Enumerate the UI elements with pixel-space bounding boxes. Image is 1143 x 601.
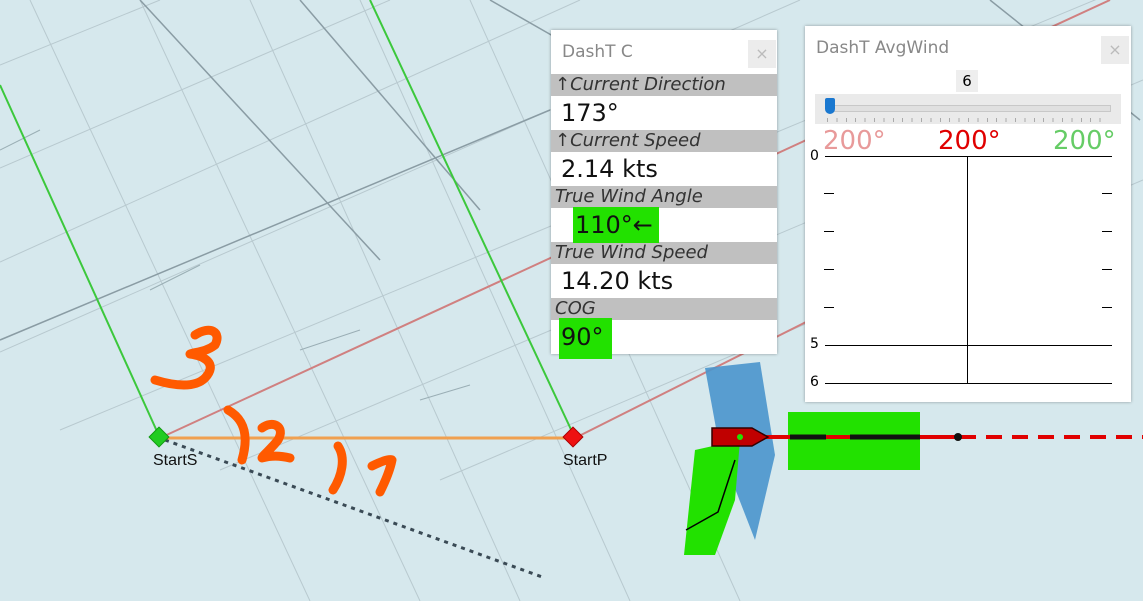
tick-left: [824, 193, 834, 194]
slider-ticks: [827, 118, 1109, 122]
time-slider[interactable]: [815, 94, 1121, 124]
cog-label: COG: [551, 298, 777, 320]
current-panel-title: DashT C: [562, 42, 633, 62]
avgwind-panel-title: DashT AvgWind: [816, 38, 950, 58]
slider-thumb[interactable]: [825, 98, 835, 114]
close-icon[interactable]: ×: [1101, 36, 1129, 64]
y-axis-top: 0: [810, 148, 819, 164]
graph-center-axis: [967, 156, 968, 383]
close-icon[interactable]: ×: [748, 40, 776, 68]
graph-mid-line: [825, 345, 1112, 346]
slider-track: [827, 105, 1111, 112]
true-wind-angle-row: 110°←: [551, 207, 777, 243]
y-axis-bottom: 6: [810, 374, 819, 390]
current-speed-label: ↑Current Speed: [551, 130, 777, 152]
tick-right: [1102, 231, 1112, 232]
layline-green-right: [369, 0, 576, 439]
wind-graph: 0 5 6: [805, 148, 1131, 390]
true-wind-speed-value: 14.20 kts: [561, 267, 674, 295]
layline-green-left: [0, 84, 161, 439]
graph-bottom-line: [825, 383, 1112, 384]
tick-left: [824, 307, 834, 308]
tick-right: [1102, 307, 1112, 308]
tick-right: [1102, 269, 1112, 270]
current-speed-value: 2.14 kts: [561, 155, 658, 183]
graph-top-line: [825, 156, 1112, 157]
current-panel[interactable]: DashT C × ↑Current Direction 173° ↑Curre…: [551, 30, 777, 359]
starboard-mark-label: StartS: [153, 452, 198, 469]
starboard-mark-icon[interactable]: [148, 426, 170, 448]
true-wind-angle-label: True Wind Angle: [551, 186, 777, 208]
tick-left: [824, 269, 834, 270]
slider-value: 6: [956, 70, 978, 92]
tick-right: [1102, 193, 1112, 194]
port-mark-icon[interactable]: [562, 426, 584, 448]
y-axis-mid: 5: [810, 336, 819, 352]
port-mark-label: StartP: [563, 452, 608, 469]
cog-value: 90°: [559, 318, 612, 359]
avgwind-panel[interactable]: DashT AvgWind × 6 200° 200° 200° 0 5 6: [805, 26, 1131, 402]
tick-left: [824, 231, 834, 232]
cog-row: 90°: [551, 318, 777, 359]
current-arrows: [0, 129, 471, 401]
true-wind-speed-label: True Wind Speed: [551, 242, 777, 264]
current-direction-value: 173°: [561, 99, 619, 127]
current-direction-label: ↑Current Direction: [551, 74, 777, 96]
true-wind-angle-value: 110°←: [573, 207, 659, 243]
